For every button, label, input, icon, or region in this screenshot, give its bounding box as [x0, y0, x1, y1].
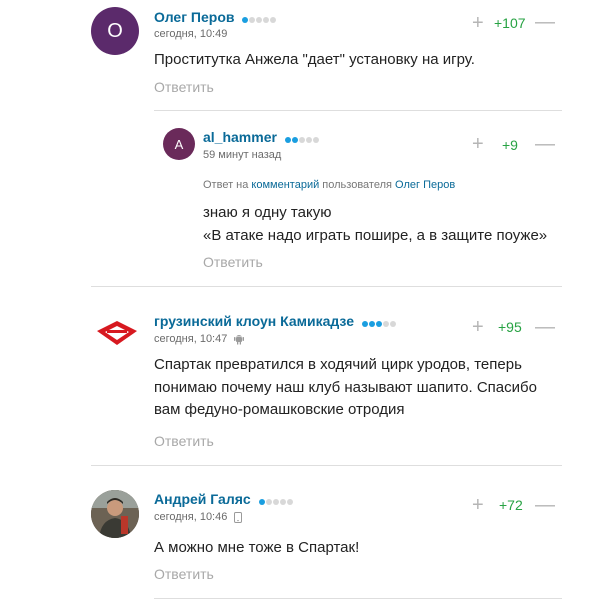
downvote-button[interactable]: —: [535, 495, 555, 515]
comment-line: «В атаке надо играть пошире, а в защите …: [203, 226, 548, 244]
time-label: сегодня, 10:47: [154, 333, 228, 345]
reply-button[interactable]: Ответить: [154, 79, 214, 95]
android-icon: [234, 334, 245, 345]
reply-to-info: Ответ на комментарий пользователя Олег П…: [203, 179, 455, 191]
upvote-button[interactable]: +: [472, 13, 484, 33]
user-rating: [258, 492, 294, 508]
comment-reply: A al_hammer 59 минут назад + +9 — Ответ …: [0, 111, 616, 286]
spartak-logo-icon: [97, 321, 137, 345]
avatar[interactable]: A: [163, 128, 195, 160]
comment-text: Спартак превратился в ходячий цирк уродо…: [154, 354, 537, 422]
comment-text: знаю я одну такую «В атаке надо играть п…: [203, 202, 547, 247]
parent-user-link[interactable]: Олег Перов: [395, 179, 455, 191]
comment-text: Проститутка Анжела "дает" установку на и…: [154, 51, 475, 68]
reply-button[interactable]: Ответить: [154, 433, 214, 449]
downvote-button[interactable]: —: [535, 134, 555, 154]
upvote-button[interactable]: +: [472, 495, 484, 515]
avatar-letter: О: [107, 19, 123, 42]
comment-time: сегодня, 10:46: [154, 511, 243, 523]
avatar[interactable]: [93, 317, 141, 349]
author-name[interactable]: грузинский клоун Камикадзе: [154, 313, 397, 330]
author-label: al_hammer: [203, 129, 277, 145]
upvote-button[interactable]: +: [472, 134, 484, 154]
comment: О Олег Перов сегодня, 10:49 + +107 — Про…: [0, 0, 616, 110]
author-name[interactable]: Олег Перов: [154, 9, 277, 26]
comment: Андрей Галяс сегодня, 10:46 + +72 — А мо…: [0, 466, 616, 603]
author-name[interactable]: al_hammer: [203, 129, 320, 146]
author-label: грузинский клоун Камикадзе: [154, 313, 354, 329]
vote-count: +9: [502, 137, 518, 153]
reply-button[interactable]: Ответить: [154, 566, 214, 582]
downvote-button[interactable]: —: [535, 12, 555, 32]
comment-line: понимаю почему наш клуб называют шапито.…: [154, 378, 537, 396]
reply-prefix: Ответ на: [203, 179, 249, 191]
author-name[interactable]: Андрей Галяс: [154, 491, 294, 508]
reply-middle: пользователя: [322, 179, 392, 191]
upvote-button[interactable]: +: [472, 317, 484, 337]
vote-count: +95: [498, 319, 522, 335]
comment-time: 59 минут назад: [203, 149, 282, 161]
comment-line: знаю я одну такую: [203, 204, 332, 221]
avatar[interactable]: [91, 490, 139, 538]
reply-button[interactable]: Ответить: [203, 254, 263, 270]
user-photo-icon: [91, 490, 139, 538]
phone-icon: [234, 511, 243, 523]
user-rating: [284, 130, 320, 146]
user-rating: [361, 314, 397, 330]
time-label: сегодня, 10:46: [154, 511, 228, 523]
comment-time: сегодня, 10:49: [154, 28, 228, 40]
comment-line: вам федуно-ромашковские отродия: [154, 401, 405, 418]
vote-count: +107: [494, 15, 526, 31]
avatar[interactable]: О: [91, 7, 139, 55]
comment-text: А можно мне тоже в Спартак!: [154, 539, 360, 556]
author-label: Олег Перов: [154, 9, 235, 25]
author-label: Андрей Галяс: [154, 491, 251, 507]
comment-line: Спартак превратился в ходячий цирк уродо…: [154, 356, 522, 373]
parent-comment-link[interactable]: комментарий: [251, 179, 319, 191]
avatar-letter: A: [174, 136, 184, 152]
user-rating: [242, 10, 277, 26]
comment: грузинский клоун Камикадзе сегодня, 10:4…: [0, 287, 616, 465]
divider: [154, 598, 562, 599]
comment-time: сегодня, 10:47: [154, 333, 245, 345]
downvote-button[interactable]: —: [535, 317, 555, 337]
vote-count: +72: [499, 497, 523, 513]
